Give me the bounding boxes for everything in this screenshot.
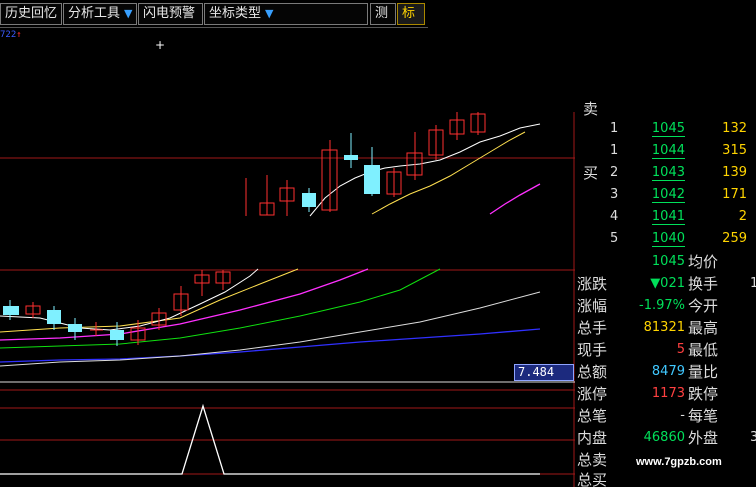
quote-row-inner: 内盘 46860 外盘 3 [575, 427, 756, 449]
candle-down [68, 324, 82, 332]
low-label: 最低 [688, 341, 719, 359]
candle-down [110, 330, 124, 340]
candle-down [364, 165, 380, 194]
limit-up-value: 1173 [651, 386, 685, 401]
per-trade-label: 每笔 [688, 407, 719, 425]
turnover-label: 换手 [688, 275, 719, 293]
order-book-row[interactable]: 5 1040 259 [575, 228, 756, 250]
current-vol-value: 5 [676, 342, 685, 357]
order-book-row[interactable]: 2 1043 139 [575, 162, 756, 184]
trades-value: - [680, 408, 685, 423]
quote-row-trades: 总笔 - 每笔 [575, 405, 756, 427]
order-volume: 171 [722, 187, 747, 202]
price-text: 1040 [651, 231, 685, 247]
ratio-label: 量比 [688, 363, 719, 381]
outer-label: 外盘 [688, 429, 719, 447]
quote-row-total-buy: 总买 [575, 469, 756, 487]
order-price: 1042 [615, 184, 685, 206]
total-sell-label: 总卖 [577, 451, 608, 469]
change-label: 涨跌 [577, 275, 608, 293]
order-volume: 259 [722, 231, 747, 246]
outer-value: 3 [750, 430, 756, 445]
order-price: 1041 [615, 206, 685, 228]
avg-price-label: 均价 [688, 253, 719, 271]
order-book-row[interactable]: 1 1045 132 [575, 118, 756, 140]
inner-value: 46860 [643, 430, 685, 445]
amount-value: 8479 [651, 364, 685, 379]
price-text: 1041 [651, 209, 685, 225]
order-price: 1045 [615, 118, 685, 140]
quote-panel: 卖 买 1 1045 132 1 1044 315 2 1043 139 3 1… [575, 100, 756, 487]
total-buy-label: 总买 [577, 471, 608, 487]
pct-label: 涨幅 [577, 297, 608, 315]
current-price: 1045 [651, 254, 685, 269]
order-price: 1044 [615, 140, 685, 162]
ma-magenta-upper [489, 183, 541, 215]
price-value-box: 7.484 [514, 364, 574, 381]
change-value: ▼021 [650, 276, 685, 291]
price-text: 1043 [651, 165, 685, 181]
ma-green-middle [0, 268, 441, 349]
watermark: www.7gpzb.com [636, 456, 722, 468]
ma-white-upper [309, 123, 541, 217]
quote-row-volume: 总手 81321 最高 [575, 317, 756, 339]
order-volume: 315 [722, 143, 747, 158]
limit-up-label: 涨停 [577, 385, 608, 403]
order-price: 1043 [615, 162, 685, 184]
quote-row-limit: 涨停 1173 跌停 [575, 383, 756, 405]
order-book-row[interactable]: 1 1044 315 [575, 140, 756, 162]
sell-side-label: 卖 [583, 100, 599, 118]
price-text: 1045 [651, 121, 685, 137]
quote-row-price: 1045 均价 [575, 251, 756, 273]
order-book-row[interactable]: 4 1041 2 [575, 206, 756, 228]
candle-down [302, 193, 316, 207]
volume-label: 总手 [577, 319, 608, 337]
candlestick-chart[interactable] [0, 0, 575, 487]
upper-candles [245, 112, 486, 216]
middle-candles [3, 270, 231, 346]
volume-value: 81321 [643, 320, 685, 335]
quote-row-current-vol: 现手 5 最低 [575, 339, 756, 361]
price-text: 1042 [651, 187, 685, 203]
order-book-row[interactable]: 3 1042 171 [575, 184, 756, 206]
current-vol-label: 现手 [577, 341, 608, 359]
ma-yellow-upper [371, 131, 526, 215]
turnover-value: 1 [750, 276, 756, 291]
amount-label: 总额 [577, 363, 608, 381]
limit-down-label: 跌停 [688, 385, 719, 403]
trades-label: 总笔 [577, 407, 608, 425]
price-text: 1044 [651, 143, 685, 159]
order-price: 1040 [615, 228, 685, 250]
inner-label: 内盘 [577, 429, 608, 447]
order-volume: 132 [722, 121, 747, 136]
high-label: 最高 [688, 319, 719, 337]
order-volume: 2 [738, 209, 747, 224]
candle-down [47, 310, 61, 324]
candle-down [3, 306, 19, 315]
quote-row-amount: 总额 8479 量比 [575, 361, 756, 383]
quote-row-change: 涨跌 ▼021 换手 1 [575, 273, 756, 295]
ma-yellow-middle [0, 268, 299, 333]
chart-grid [0, 112, 575, 487]
pct-value: -1.97% [639, 298, 685, 313]
candle-down [344, 155, 358, 160]
order-volume: 139 [722, 165, 747, 180]
ma-white-fast-middle [0, 268, 259, 331]
ma-magenta-middle [0, 268, 369, 341]
quote-row-pct: 涨幅 -1.97% 今开 [575, 295, 756, 317]
open-label: 今开 [688, 297, 719, 315]
